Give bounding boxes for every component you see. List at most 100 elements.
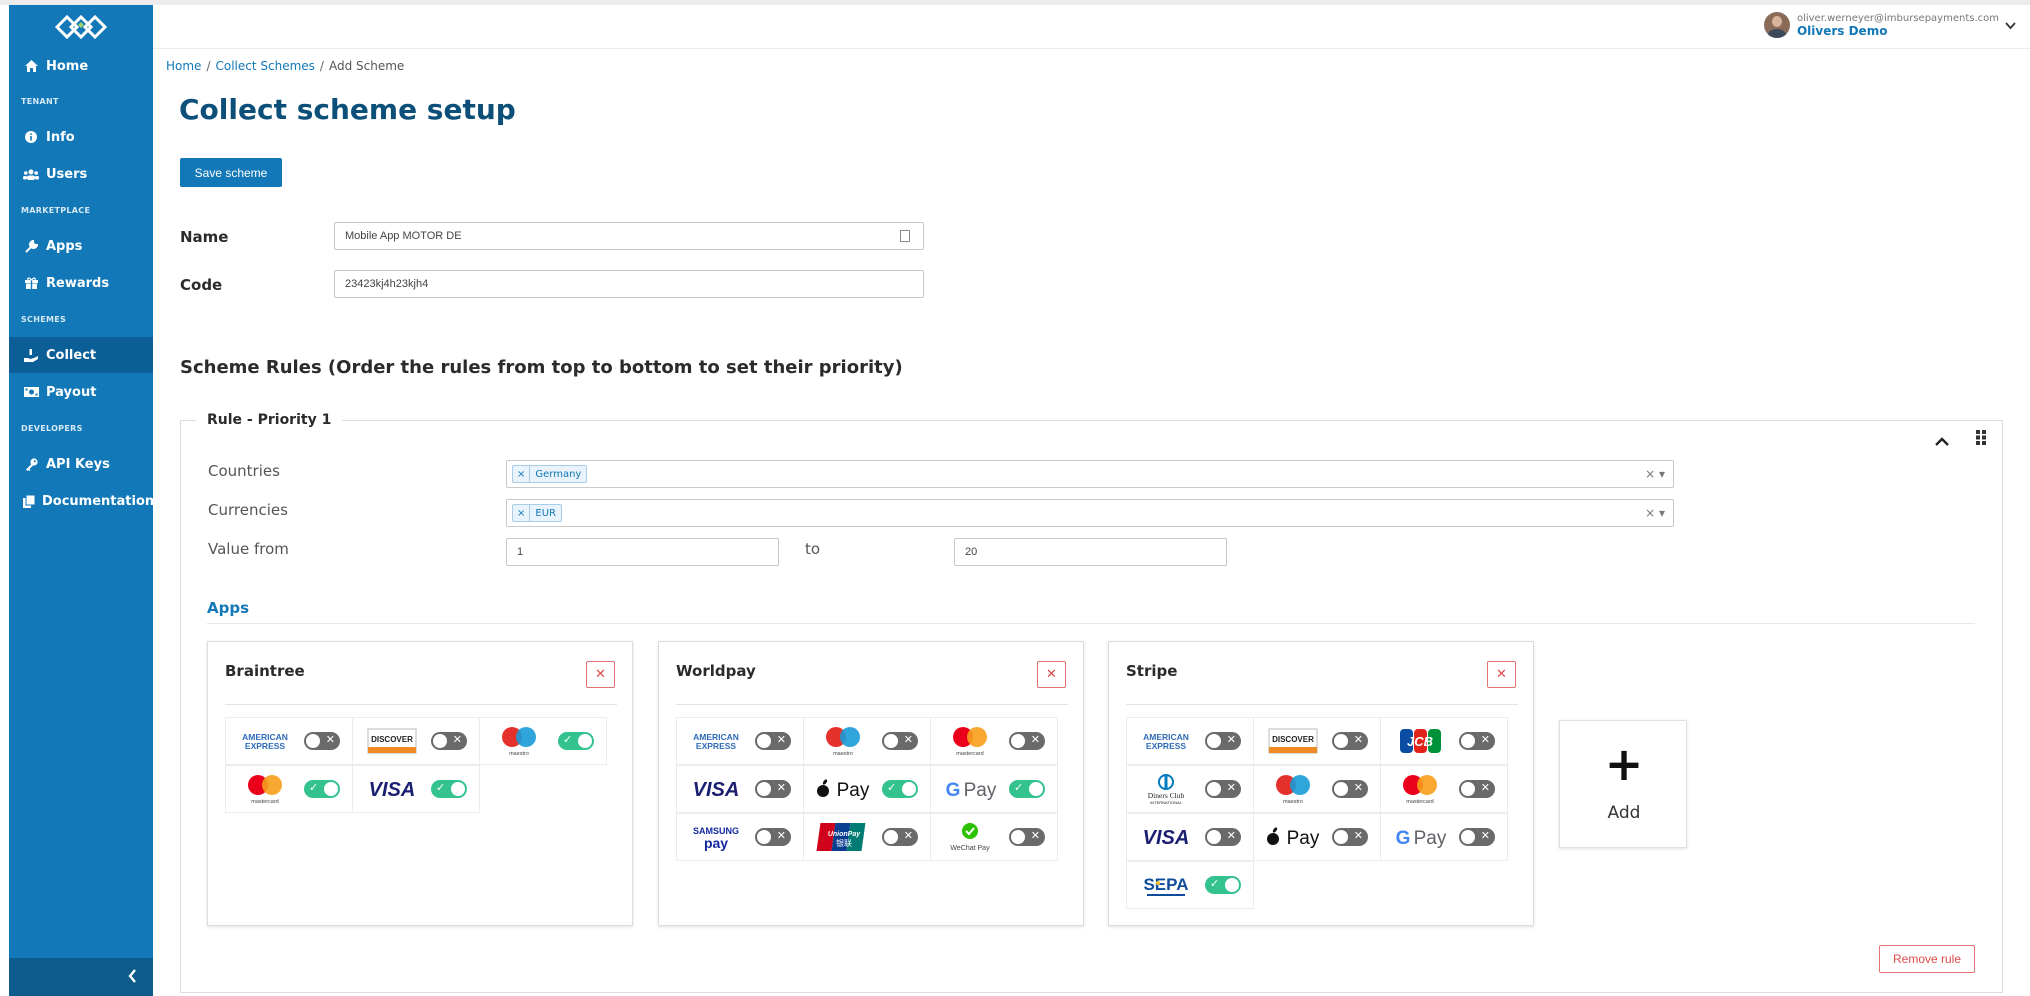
breadcrumb-home[interactable]: Home [166, 59, 201, 73]
svg-text:VISA: VISA [369, 779, 416, 801]
toggle-switch-off[interactable]: ✕ [755, 828, 791, 846]
toggle-switch-off[interactable]: ✕ [1205, 732, 1241, 750]
toggle-switch-off[interactable]: ✕ [304, 732, 340, 750]
user-email: oliver.werneyer@imbursepayments.com [1796, 12, 1999, 24]
discover-logo-icon: DISCOVER [353, 721, 431, 761]
toggle-switch-on[interactable]: ✓ [431, 780, 467, 798]
sidebar-item-apps[interactable]: Apps [9, 228, 153, 264]
toggle-switch-on[interactable]: ✓ [1009, 780, 1045, 798]
toggle-knob [1207, 782, 1221, 796]
sidebar-item-documentation[interactable]: Documentation [9, 483, 154, 519]
code-label: Code [180, 276, 223, 294]
keyboard-icon [900, 230, 910, 242]
users-icon [23, 166, 39, 182]
breadcrumb-collect-schemes[interactable]: Collect Schemes [215, 59, 314, 73]
sidebar-item-rewards[interactable]: Rewards [9, 265, 153, 301]
drag-handle-icon[interactable] [1976, 430, 1987, 449]
svg-text:Pay: Pay [1414, 828, 1447, 849]
sidebar-collapse-button[interactable] [9, 958, 153, 996]
close-icon: ✕ [903, 829, 913, 842]
toggle-switch-off[interactable]: ✕ [1459, 732, 1495, 750]
amex-logo-icon: AMERICAN EXPRESS [677, 721, 755, 761]
check-icon: ✓ [887, 781, 897, 794]
svg-text:Pay: Pay [964, 780, 997, 801]
currencies-select[interactable]: × EUR × ▾ [506, 499, 1674, 527]
wrench-icon [23, 238, 39, 254]
toggle-switch-off[interactable]: ✕ [1009, 732, 1045, 750]
add-app-button[interactable]: + Add [1559, 720, 1687, 848]
toggle-switch-off[interactable]: ✕ [755, 732, 791, 750]
toggle-switch-off[interactable]: ✕ [1459, 780, 1495, 798]
sidebar-item-payout[interactable]: Payout [9, 374, 153, 410]
toggle-switch-off[interactable]: ✕ [1009, 828, 1045, 846]
close-icon: ✕ [1480, 829, 1490, 842]
app-card-title: Braintree [225, 662, 305, 680]
svg-text:maestro: maestro [509, 751, 529, 757]
close-icon: ✕ [776, 829, 786, 842]
save-scheme-button[interactable]: Save scheme [180, 158, 282, 187]
toggle-switch-on[interactable]: ✓ [882, 780, 918, 798]
jcb-logo-icon: JCB [1381, 721, 1459, 761]
toggle-knob [884, 830, 898, 844]
sidebar-item-info[interactable]: Info [9, 119, 153, 155]
maestro-logo-icon: maestro [480, 721, 558, 761]
remove-rule-button[interactable]: Remove rule [1879, 945, 1975, 973]
toggle-switch-off[interactable]: ✕ [1332, 732, 1368, 750]
toggle-switch-off[interactable]: ✕ [1205, 780, 1241, 798]
name-field[interactable] [334, 222, 924, 250]
remove-tag-icon[interactable]: × [513, 466, 531, 482]
toggle-switch-on[interactable]: ✓ [304, 780, 340, 798]
app-card-braintree: Braintree ✕ AMERICAN EXPRESS ✕ DISCOVER ✕ maest… [207, 641, 633, 926]
toggle-switch-off[interactable]: ✕ [1205, 828, 1241, 846]
select-controls[interactable]: × ▾ [1645, 506, 1665, 520]
toggle-switch-off[interactable]: ✕ [1332, 780, 1368, 798]
close-icon: ✕ [1480, 733, 1490, 746]
sidebar-item-users[interactable]: Users [9, 156, 153, 192]
remove-app-button[interactable]: ✕ [1487, 661, 1516, 688]
brand-logo[interactable] [9, 5, 153, 49]
toggle-knob [433, 734, 447, 748]
rule-legend: Rule - Priority 1 [196, 412, 343, 428]
sidebar-item-api-keys[interactable]: API Keys [9, 446, 153, 482]
toggle-switch-off[interactable]: ✕ [431, 732, 467, 750]
sidebar-item-home[interactable]: Home [9, 48, 153, 84]
toggle-knob [578, 734, 592, 748]
payment-method-applepay: Pay ✕ [1253, 813, 1381, 861]
svg-text:mastercard: mastercard [251, 799, 279, 805]
code-field[interactable] [334, 270, 924, 298]
chevron-left-icon [128, 968, 137, 987]
toggle-switch-off[interactable]: ✕ [882, 828, 918, 846]
sidebar-item-label: Collect [46, 347, 97, 363]
name-label: Name [180, 228, 229, 246]
toggle-knob [1207, 830, 1221, 844]
remove-app-button[interactable]: ✕ [586, 661, 615, 688]
close-icon: ✕ [325, 733, 335, 746]
select-controls[interactable]: × ▾ [1645, 467, 1665, 481]
toggle-switch-on[interactable]: ✓ [1205, 876, 1241, 894]
value-from-input[interactable] [506, 538, 779, 566]
chevron-up-icon[interactable] [1934, 432, 1950, 451]
toggle-switch-off[interactable]: ✕ [755, 780, 791, 798]
app-root: Home TENANT Info Users MARKETPLACE Apps … [0, 0, 2030, 996]
value-to-input[interactable] [954, 538, 1227, 566]
countries-select[interactable]: × Germany × ▾ [506, 460, 1674, 488]
user-menu[interactable]: oliver.werneyer@imbursepayments.com Oliv… [1763, 12, 2016, 38]
toggle-switch-on[interactable]: ✓ [558, 732, 594, 750]
toggle-switch-off[interactable]: ✕ [1459, 828, 1495, 846]
hand-coin-icon [23, 347, 39, 363]
remove-app-button[interactable]: ✕ [1037, 661, 1066, 688]
toggle-switch-off[interactable]: ✕ [882, 732, 918, 750]
payment-method-mastercard: mastercard ✓ [225, 765, 353, 813]
payment-method-googlepay: G Pay ✓ [930, 765, 1058, 813]
apps-title: Apps [207, 599, 250, 617]
sidebar: Home TENANT Info Users MARKETPLACE Apps … [9, 5, 154, 996]
close-icon: ✕ [1353, 829, 1363, 842]
sidebar-item-collect[interactable]: Collect [9, 337, 153, 373]
remove-tag-icon[interactable]: × [513, 505, 531, 521]
user-org: Olivers Demo [1796, 23, 1888, 38]
check-icon: ✓ [1014, 781, 1024, 794]
payment-method-mastercard: mastercard ✕ [930, 717, 1058, 765]
scheme-rules-title: Scheme Rules (Order the rules from top t… [180, 357, 903, 378]
toggle-switch-off[interactable]: ✕ [1332, 828, 1368, 846]
value-from-label: Value from [208, 540, 289, 558]
